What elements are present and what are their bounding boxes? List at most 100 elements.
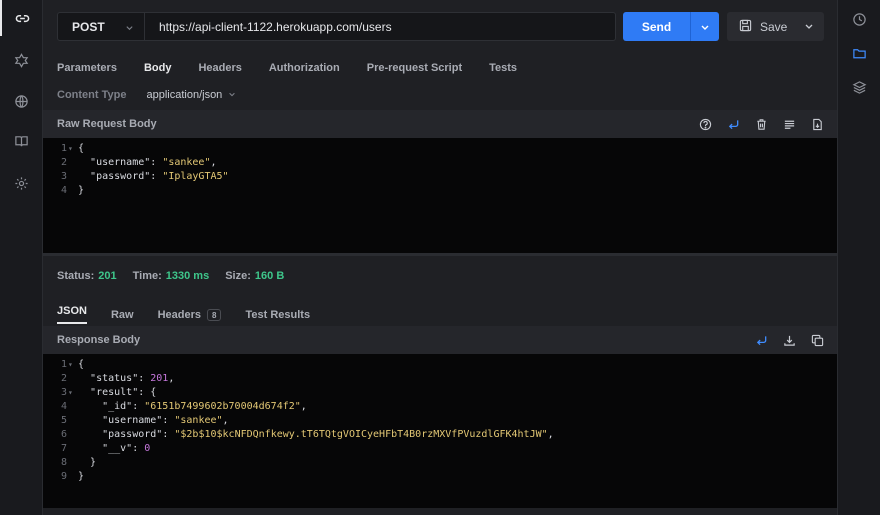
json-value: "IplayGTA5" xyxy=(162,171,229,182)
tab-test-results[interactable]: Test Results xyxy=(245,305,310,324)
line-number: 9 xyxy=(60,471,67,482)
chevron-down-icon[interactable] xyxy=(228,89,236,101)
line-number: 2 xyxy=(60,373,67,384)
download-icon[interactable] xyxy=(779,330,799,350)
save-label: Save xyxy=(760,19,788,34)
line-number: 2 xyxy=(60,157,67,168)
response-body-viewer[interactable]: 1 ▾ {2 "status": 201, 3 ▾ "result": {4 "_id"… xyxy=(43,354,837,508)
url-input[interactable]: https://api-client-1122.herokuapp.com/us… xyxy=(145,12,616,41)
link-icon[interactable] xyxy=(0,0,42,36)
json-value: 0 xyxy=(144,443,151,454)
fold-icon: ▾ xyxy=(68,388,73,397)
json-key: "password" xyxy=(102,429,163,440)
json-key: "__v" xyxy=(102,443,133,454)
response-tabs: JSON Raw Headers 8 Test Results xyxy=(57,305,334,324)
line-number: 3 xyxy=(60,171,67,182)
send-label: Send xyxy=(641,19,672,34)
headers-count-badge: 8 xyxy=(207,308,222,321)
resize-handle[interactable] xyxy=(43,253,837,256)
bottom-spacer xyxy=(43,508,837,515)
app-window: POST https://api-client-1122.herokuapp.c… xyxy=(0,0,880,515)
wrap-lines-icon[interactable] xyxy=(723,114,743,134)
code-text: "username": "sankee", xyxy=(102,415,229,426)
help-icon[interactable] xyxy=(695,114,715,134)
tab-response-headers[interactable]: Headers 8 xyxy=(158,305,222,324)
request-panel: POST https://api-client-1122.herokuapp.c… xyxy=(43,0,837,515)
left-sidebar xyxy=(0,0,43,515)
response-body-title: Response Body xyxy=(57,334,141,346)
code-line: 9} xyxy=(43,470,837,484)
code-line: 3 ▾ "result": { xyxy=(43,386,837,400)
json-key: "result" xyxy=(90,387,139,398)
tab-raw[interactable]: Raw xyxy=(111,305,134,324)
save-button[interactable]: Save xyxy=(727,12,824,41)
send-button[interactable]: Send xyxy=(623,12,719,41)
layers-icon[interactable] xyxy=(838,72,880,102)
tab-pre-request-script[interactable]: Pre-request Script xyxy=(367,62,462,82)
response-body-header: Response Body xyxy=(43,326,837,354)
copy-icon[interactable] xyxy=(807,330,827,350)
line-number: 5 xyxy=(60,415,67,426)
request-body-editor[interactable]: 1 ▾{2 "username": "sankee", 3 "password": … xyxy=(43,138,837,253)
code-text: "result": { xyxy=(90,387,157,398)
environment-icon[interactable] xyxy=(0,42,42,78)
line-number: 4 xyxy=(60,401,67,412)
chevron-down-icon xyxy=(125,21,134,35)
request-tabs: Parameters Body Headers Authorization Pr… xyxy=(57,62,544,82)
line-number: 4 xyxy=(60,185,67,196)
content-type-label: Content Type xyxy=(57,89,127,101)
code-line: 2 "username": "sankee", xyxy=(43,156,837,170)
json-key: "username" xyxy=(90,157,151,168)
json-key: "password" xyxy=(90,171,151,182)
line-number: 1 xyxy=(60,359,67,370)
json-value: "sankee" xyxy=(162,157,211,168)
code-line: 5 "username": "sankee", xyxy=(43,414,837,428)
code-text: "username": "sankee", xyxy=(90,157,217,168)
wrap-lines-icon[interactable] xyxy=(751,330,771,350)
json-key: "status" xyxy=(90,373,139,384)
fold-icon: ▾ xyxy=(68,144,73,153)
code-text: } xyxy=(90,457,97,468)
tab-headers[interactable]: Headers xyxy=(198,62,241,82)
time-value: 1330 ms xyxy=(165,270,210,282)
chevron-down-icon[interactable] xyxy=(691,22,719,32)
globe-icon[interactable] xyxy=(0,83,42,119)
method-value: POST xyxy=(72,19,105,34)
tab-body[interactable]: Body xyxy=(144,62,172,82)
folder-icon[interactable] xyxy=(838,38,880,68)
code-text: } xyxy=(78,471,85,482)
tab-authorization[interactable]: Authorization xyxy=(269,62,340,82)
chevron-down-icon[interactable] xyxy=(804,20,814,34)
method-select[interactable]: POST xyxy=(57,12,145,41)
content-type-select[interactable]: application/json xyxy=(146,89,222,101)
code-line: 8 } xyxy=(43,456,837,470)
tab-tests[interactable]: Tests xyxy=(489,62,517,82)
code-text: { xyxy=(78,359,85,370)
right-sidebar xyxy=(837,0,880,515)
code-line: 6 "password": "$2b$10$kcNFDQnfkewy.tT6TQ… xyxy=(43,428,837,442)
line-number: 1 xyxy=(60,143,67,154)
status-value: 201 xyxy=(98,270,117,282)
save-icon xyxy=(739,19,752,35)
history-icon[interactable] xyxy=(838,4,880,34)
url-value: https://api-client-1122.herokuapp.com/us… xyxy=(159,19,392,34)
tab-parameters[interactable]: Parameters xyxy=(57,62,117,82)
code-text: "status": 201, xyxy=(90,373,175,384)
gear-icon[interactable] xyxy=(0,165,42,201)
code-line: 4 "_id": "6151b7499602b70004d674f2", xyxy=(43,400,837,414)
raw-body-title: Raw Request Body xyxy=(57,118,157,130)
trash-icon[interactable] xyxy=(751,114,771,134)
json-key: "username" xyxy=(102,415,163,426)
tab-response-headers-label: Headers xyxy=(157,308,202,321)
code-line: 1 ▾ { xyxy=(43,142,837,156)
tab-json[interactable]: JSON xyxy=(57,305,87,324)
code-text: "_id": "6151b7499602b70004d674f2", xyxy=(102,401,307,412)
format-icon[interactable] xyxy=(779,114,799,134)
import-file-icon[interactable] xyxy=(807,114,827,134)
raw-body-toolbar xyxy=(687,110,827,138)
code-text: { xyxy=(78,143,85,154)
code-text: "__v": 0 xyxy=(102,443,151,454)
code-line: 3 "password": "IplayGTA5" xyxy=(43,170,837,184)
code-line: 4} xyxy=(43,184,837,198)
book-icon[interactable] xyxy=(0,123,42,159)
